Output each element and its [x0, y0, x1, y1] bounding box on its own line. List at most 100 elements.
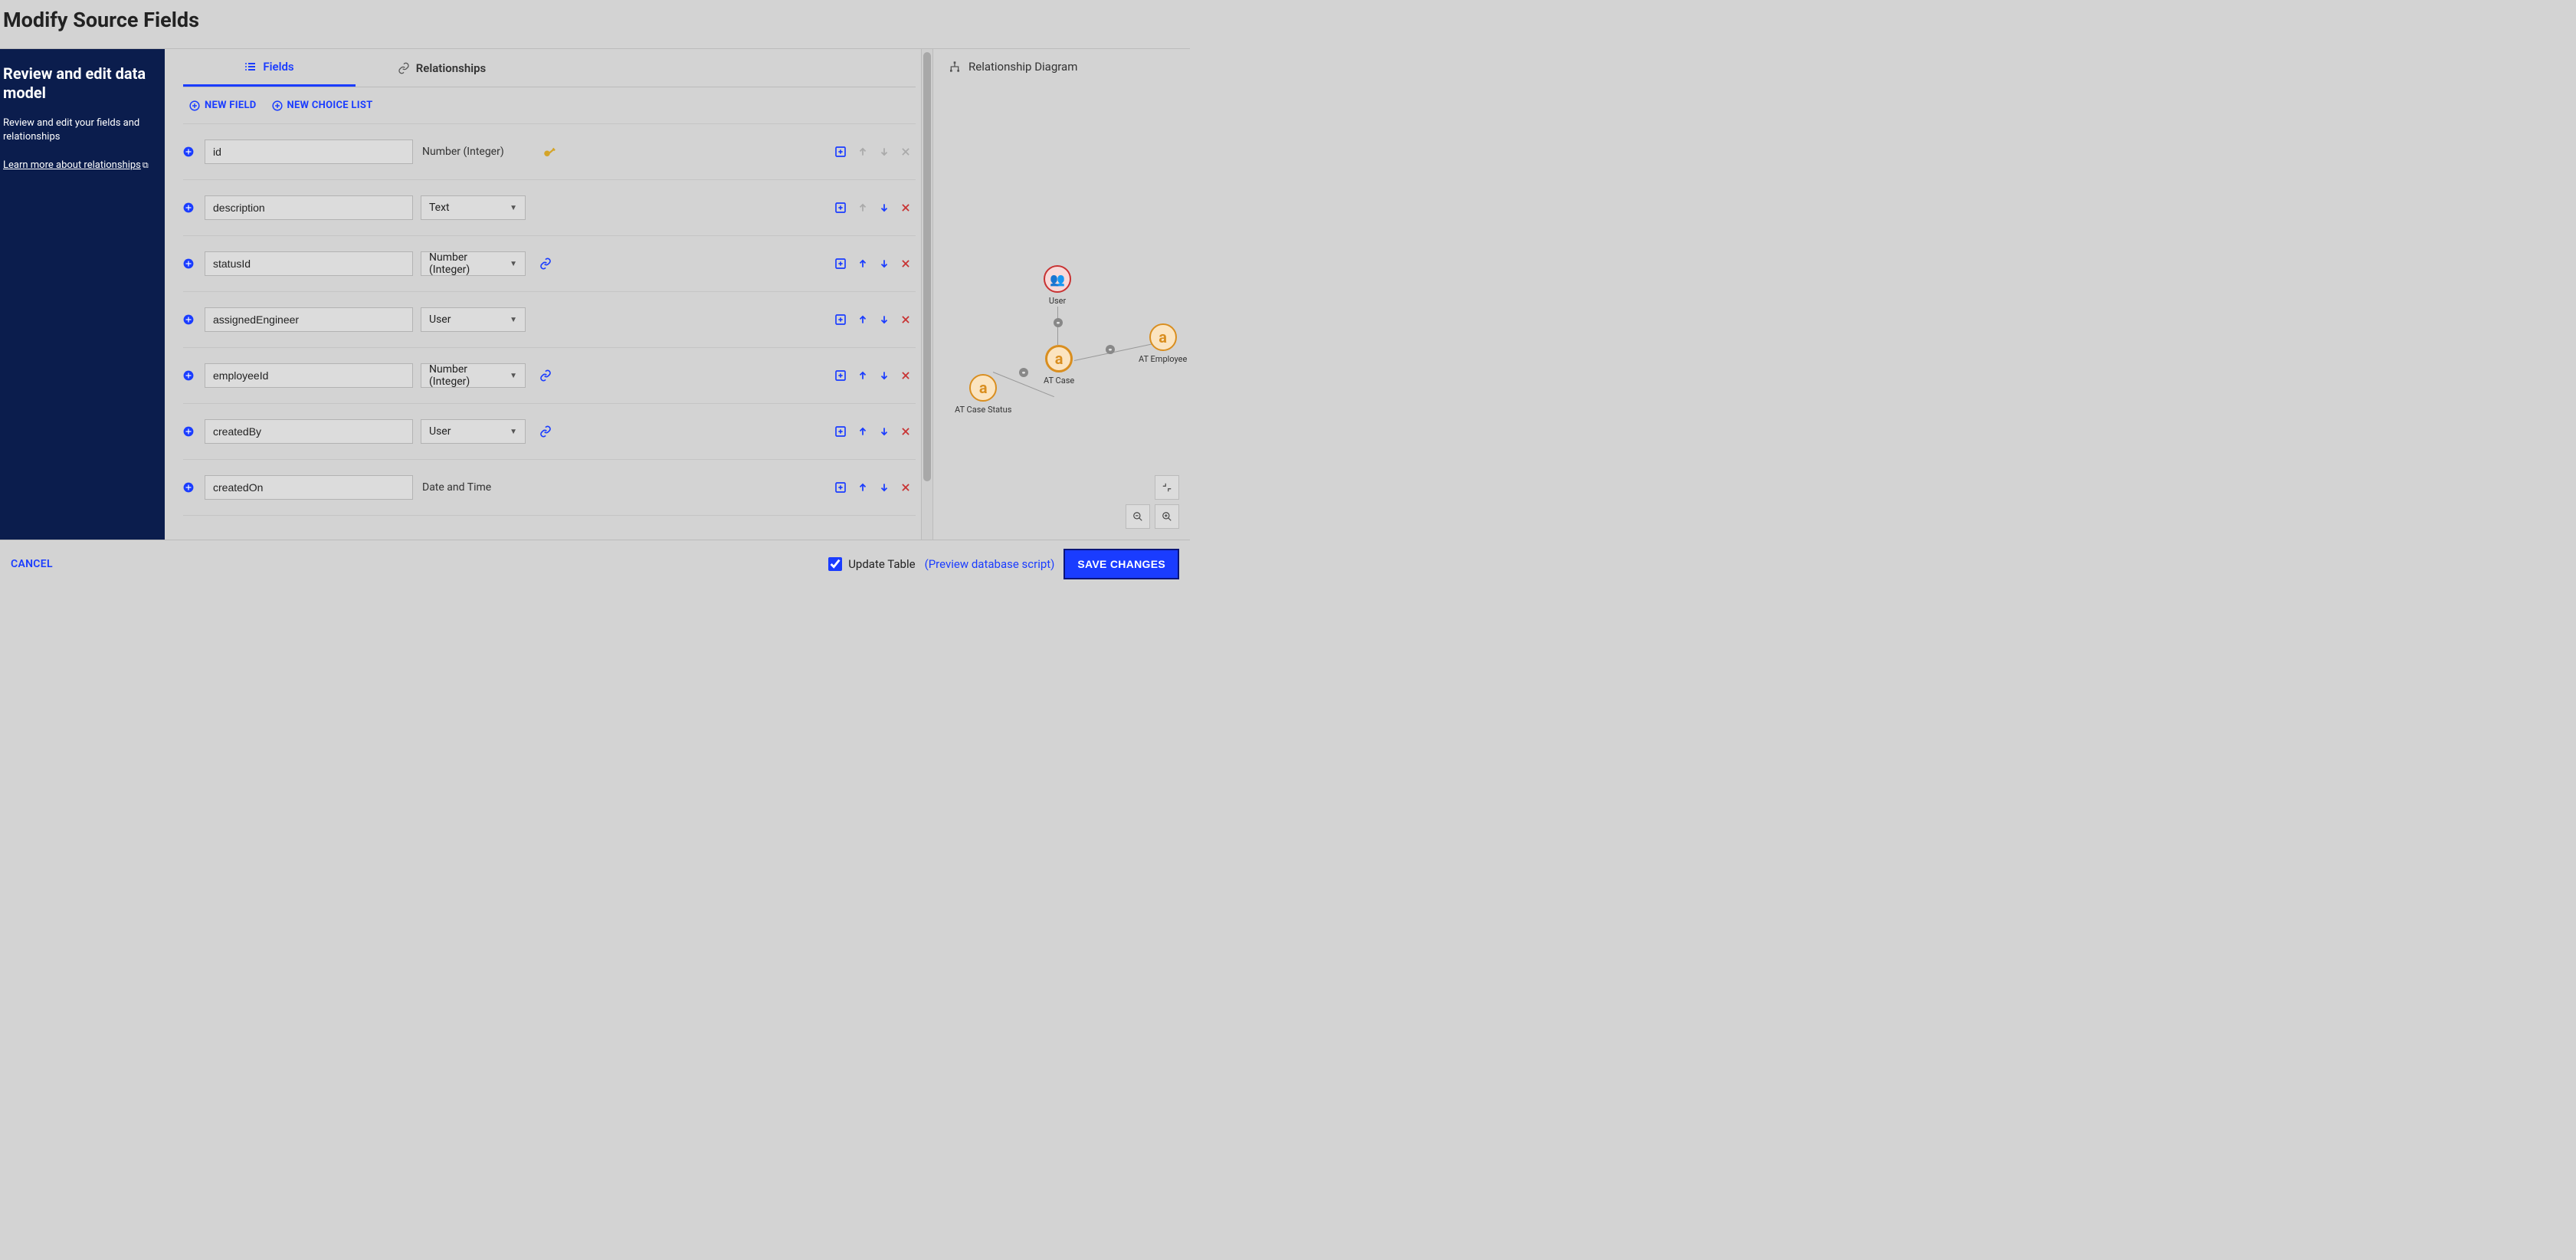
new-choice-list-label: NEW CHOICE LIST	[287, 100, 373, 111]
main-area: Review and edit data model Review and ed…	[0, 48, 1190, 540]
cancel-button[interactable]: CANCEL	[11, 558, 53, 570]
move-up-button[interactable]	[857, 482, 868, 493]
delete-field-button[interactable]	[900, 426, 911, 437]
field-name-input[interactable]	[205, 251, 413, 276]
field-type-readonly: Date and Time	[422, 481, 491, 494]
relationship-link-icon[interactable]	[539, 425, 552, 438]
row-actions	[834, 146, 916, 158]
sidebar-heading: Review and edit data model	[3, 64, 159, 103]
insert-field-button[interactable]	[183, 426, 195, 437]
node-label: AT Case	[1044, 376, 1074, 386]
list-icon	[244, 61, 257, 73]
insert-field-button[interactable]	[183, 146, 195, 157]
fit-screen-button[interactable]	[1155, 475, 1179, 500]
new-field-button[interactable]: NEW FIELD	[189, 100, 257, 111]
diagram-node-case[interactable]: a AT Case	[1044, 345, 1074, 386]
field-row: Date and Time	[183, 460, 916, 516]
delete-field-button[interactable]	[900, 370, 911, 381]
diagram-node-employee[interactable]: a AT Employee	[1139, 323, 1187, 364]
chevron-down-icon: ▼	[510, 204, 517, 212]
add-related-button[interactable]	[834, 481, 847, 494]
zoom-in-icon	[1162, 511, 1172, 522]
update-table-checkbox[interactable]	[828, 557, 842, 571]
move-up-button[interactable]	[857, 258, 868, 269]
move-up-button[interactable]	[857, 370, 868, 381]
field-type-select[interactable]: Number (Integer)▼	[421, 363, 526, 388]
sidebar-link-label: Learn more about relationships	[3, 159, 141, 171]
node-label: User	[1044, 296, 1071, 306]
add-related-button[interactable]	[834, 369, 847, 382]
field-type-select[interactable]: Text▼	[421, 195, 526, 220]
move-down-button[interactable]	[879, 426, 890, 437]
move-down-button[interactable]	[879, 314, 890, 325]
insert-field-button[interactable]	[183, 314, 195, 325]
field-name-input[interactable]	[205, 195, 413, 220]
insert-field-button[interactable]	[183, 258, 195, 269]
relationship-diagram[interactable]: ⚭ ⚭ ⚭ 👥 User a AT Case a AT Case Status …	[933, 84, 1190, 540]
add-related-button[interactable]	[834, 258, 847, 270]
row-actions	[834, 369, 916, 382]
plus-circle-icon	[189, 100, 200, 111]
insert-field-button[interactable]	[183, 482, 195, 493]
zoom-out-button[interactable]	[1126, 504, 1150, 529]
delete-field-button	[900, 146, 911, 157]
relationship-link-icon[interactable]	[539, 258, 552, 270]
field-row: Text▼	[183, 180, 916, 236]
delete-field-button[interactable]	[900, 314, 911, 325]
delete-field-button[interactable]	[900, 258, 911, 269]
delete-field-button[interactable]	[900, 482, 911, 493]
new-field-label: NEW FIELD	[205, 100, 257, 111]
relationship-link-icon[interactable]	[539, 369, 552, 382]
footer: CANCEL Update Table (Preview database sc…	[0, 540, 1190, 588]
move-down-button	[879, 146, 890, 157]
field-name-input[interactable]	[205, 307, 413, 332]
compress-icon	[1162, 482, 1172, 493]
sidebar-subtext: Review and edit your fields and relation…	[3, 116, 159, 144]
preview-script-link[interactable]: (Preview database script)	[925, 557, 1055, 571]
field-name-input[interactable]	[205, 419, 413, 444]
center-scroll[interactable]: Fields Relationships NEW FIELD	[165, 49, 932, 540]
move-up-button[interactable]	[857, 314, 868, 325]
row-actions	[834, 313, 916, 326]
field-name-input[interactable]	[205, 475, 413, 500]
field-type-select[interactable]: User▼	[421, 419, 526, 444]
row-actions	[834, 258, 916, 270]
field-row: Number (Integer)	[183, 124, 916, 180]
add-related-button[interactable]	[834, 146, 847, 158]
insert-field-button[interactable]	[183, 370, 195, 381]
edge-dot-icon: ⚭	[1054, 318, 1063, 327]
add-related-button[interactable]	[834, 202, 847, 214]
entity-icon: a	[979, 379, 988, 397]
node-label: AT Case Status	[955, 405, 1011, 415]
sidebar-learn-more-link[interactable]: Learn more about relationships⧉	[3, 156, 159, 171]
delete-field-button[interactable]	[900, 202, 911, 213]
add-related-button[interactable]	[834, 313, 847, 326]
move-down-button[interactable]	[879, 370, 890, 381]
move-down-button[interactable]	[879, 258, 890, 269]
move-up-button[interactable]	[857, 426, 868, 437]
move-down-button[interactable]	[879, 482, 890, 493]
field-type-value: Number (Integer)	[429, 251, 510, 276]
field-type-select[interactable]: User▼	[421, 307, 526, 332]
add-related-button[interactable]	[834, 425, 847, 438]
diagram-title: Relationship Diagram	[968, 60, 1077, 74]
field-type-select[interactable]: Number (Integer)▼	[421, 251, 526, 276]
diagram-node-user[interactable]: 👥 User	[1044, 265, 1071, 306]
diagram-node-status[interactable]: a AT Case Status	[955, 374, 1011, 415]
move-down-button[interactable]	[879, 202, 890, 213]
row-actions	[834, 425, 916, 438]
scrollbar-thumb[interactable]	[923, 52, 931, 481]
tab-relationships[interactable]: Relationships	[356, 49, 528, 87]
field-name-input[interactable]	[205, 139, 413, 164]
row-actions	[834, 202, 916, 214]
sitemap-icon	[949, 61, 961, 73]
new-choice-list-button[interactable]: NEW CHOICE LIST	[272, 100, 373, 111]
tab-fields[interactable]: Fields	[183, 49, 356, 87]
tab-relationships-label: Relationships	[416, 61, 487, 75]
primary-key-icon	[542, 145, 556, 159]
field-row: Number (Integer)▼	[183, 348, 916, 404]
insert-field-button[interactable]	[183, 202, 195, 213]
save-changes-button[interactable]: SAVE CHANGES	[1064, 549, 1179, 579]
field-name-input[interactable]	[205, 363, 413, 388]
zoom-in-button[interactable]	[1155, 504, 1179, 529]
